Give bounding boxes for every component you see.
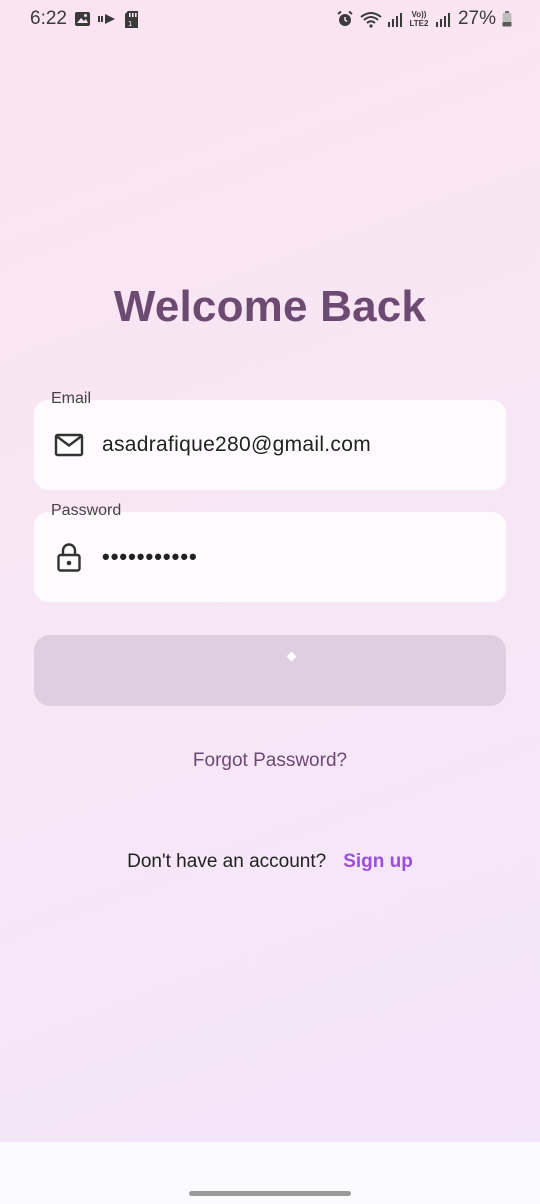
password-label: Password xyxy=(51,502,122,519)
image-icon xyxy=(74,11,91,27)
sd-card-icon: 1 xyxy=(124,10,139,29)
forgot-password-link[interactable]: Forgot Password? xyxy=(0,750,540,772)
signup-row: Don't have an account? Sign up xyxy=(0,851,540,873)
svg-text:1: 1 xyxy=(128,20,132,28)
status-bar: 6:22 1 Vo)) LTE2 27% xyxy=(0,0,540,38)
password-value[interactable]: ••••••••••• xyxy=(102,544,198,570)
login-button[interactable] xyxy=(34,635,506,706)
email-value[interactable]: asadrafique280@gmail.com xyxy=(102,433,371,457)
wifi-icon xyxy=(360,11,382,28)
volte-icon: Vo)) LTE2 xyxy=(409,10,429,28)
gesture-handle[interactable] xyxy=(189,1191,351,1196)
signup-prompt: Don't have an account? xyxy=(127,851,327,872)
signup-link[interactable]: Sign up xyxy=(343,851,413,873)
alarm-icon xyxy=(336,10,354,28)
battery-percent: 27% xyxy=(457,8,496,29)
signal-icon xyxy=(435,12,450,27)
page-title: Welcome Back xyxy=(113,282,427,331)
status-right: Vo)) LTE2 27% xyxy=(336,8,512,30)
lock-icon xyxy=(34,542,102,572)
status-left: 6:22 1 xyxy=(30,8,139,30)
clock: 6:22 xyxy=(30,8,67,29)
email-field[interactable]: asadrafique280@gmail.com xyxy=(34,400,506,490)
loading-spinner xyxy=(286,651,297,662)
email-label: Email xyxy=(51,390,92,407)
mail-icon xyxy=(34,433,102,457)
signal-icon xyxy=(387,12,402,27)
battery-icon xyxy=(502,11,512,27)
cast-icon xyxy=(97,13,117,25)
password-field[interactable]: ••••••••••• xyxy=(34,512,506,602)
